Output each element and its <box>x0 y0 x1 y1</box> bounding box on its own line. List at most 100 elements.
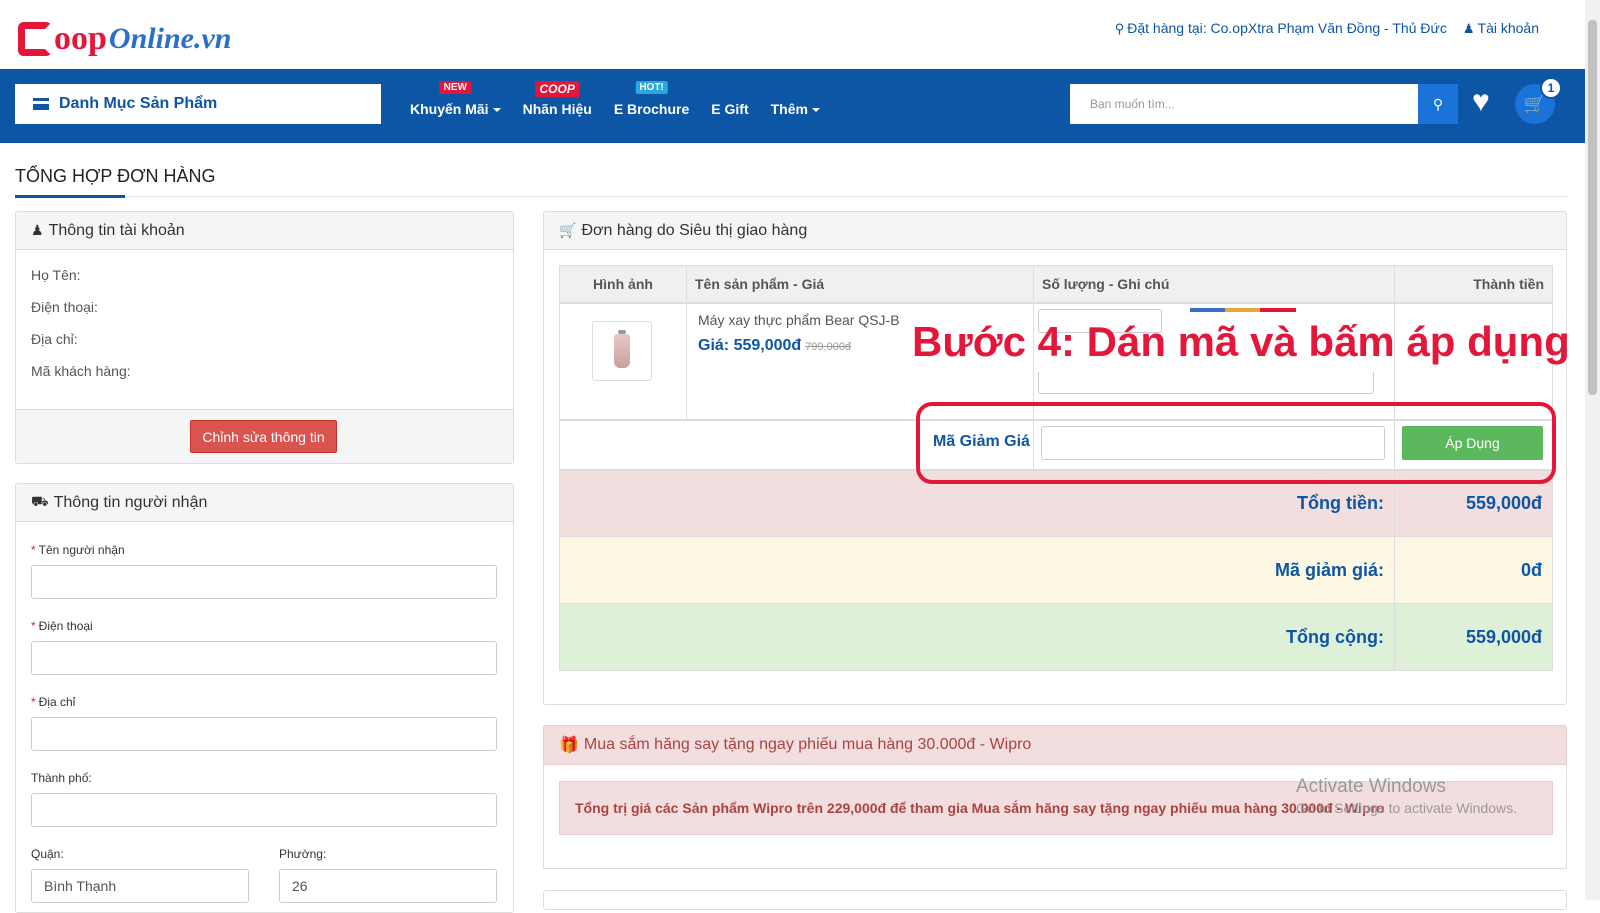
highlight-box <box>916 402 1556 484</box>
recipient-address-label: * Địa chỉ <box>31 695 75 709</box>
account-panel-footer: Chỉnh sửa thông tin <box>16 409 513 463</box>
top-bar: oop Online.vn ⚲ Đặt hàng tại: Co.opXtra P… <box>0 0 1585 69</box>
logo-online: Online.vn <box>108 22 232 55</box>
field-ma-khach-hang: Mã khách hàng: <box>31 363 131 379</box>
recipient-name-label-text: Tên người nhận <box>38 543 125 557</box>
summary-grand-total-value: 559,000đ <box>1465 626 1542 647</box>
cart-icon: 🛒 <box>1523 93 1547 114</box>
promo-panel-header: 🎁 Mua sắm hăng say tặng ngay phiếu mua h… <box>543 725 1567 765</box>
summary-discount-label: Mã giảm giá: <box>560 537 1395 603</box>
category-menu-button[interactable]: Danh Mục Sản Phẩm <box>15 84 381 124</box>
product-old-price: 799,000đ <box>805 341 852 353</box>
row-divider <box>686 303 687 420</box>
category-menu-label: Danh Mục Sản Phẩm <box>59 95 218 112</box>
summary-grand-total-row: Tổng cộng: 559,000đ <box>559 604 1553 671</box>
district-value: Bình Thạnh <box>44 878 117 894</box>
field-dia-chi: Địa chỉ: <box>31 331 78 347</box>
recipient-phone-input[interactable] <box>31 641 497 675</box>
product-name[interactable]: Máy xay thực phẩm Bear QSJ-B <box>698 312 900 328</box>
product-price-value: Giá: 559,000đ <box>698 337 802 354</box>
recipient-address-label-text: Địa chỉ <box>38 695 76 709</box>
account-link-label: Tài khoản <box>1477 20 1539 36</box>
logo-oop: oop <box>54 20 107 57</box>
gift-icon: 🎁 <box>559 737 579 754</box>
quantity-stepper-strip[interactable] <box>1190 308 1296 312</box>
main-nav: Danh Mục Sản Phẩm NEW Khuyến Mãi COOP Nh… <box>0 69 1585 143</box>
logo-c-mark <box>18 22 52 56</box>
order-table-header: Hình ảnh Tên sản phẩm - Giá Số lượng - G… <box>559 265 1553 303</box>
note-input[interactable] <box>1038 372 1374 394</box>
product-image[interactable] <box>592 321 652 381</box>
nav-item-e-brochure[interactable]: HOT! E Brochure <box>613 81 690 117</box>
activate-windows-title: Activate Windows <box>1296 776 1446 797</box>
cart-icon: 🛒 <box>559 222 577 238</box>
ward-label: Phường: <box>279 847 327 861</box>
col-thanh-tien: Thành tiền <box>1473 276 1544 292</box>
scrollbar-thumb[interactable] <box>1588 20 1597 395</box>
cart-count-badge: 1 <box>1540 77 1562 99</box>
hot-badge: HOT! <box>635 81 668 94</box>
user-icon: ♟ <box>1462 21 1475 36</box>
order-panel-header: 🛒 Đơn hàng do Siêu thị giao hàng <box>544 212 1566 250</box>
nav-item-label: E Gift <box>711 101 749 117</box>
recipient-name-label: * Tên người nhận <box>31 543 125 557</box>
col-hinh-anh: Hình ảnh <box>560 266 687 302</box>
city-select[interactable] <box>31 793 497 827</box>
search-icon: ⚲ <box>1432 95 1444 112</box>
recipient-name-input[interactable] <box>31 565 497 599</box>
city-label: Thành phố: <box>31 771 92 785</box>
nav-item-label: E Brochure <box>613 101 690 117</box>
search-input[interactable]: Bạn muốn tìm... <box>1070 84 1418 124</box>
nav-item-e-gift[interactable]: E Gift <box>711 95 748 117</box>
district-label: Quận: <box>31 847 64 861</box>
caret-down-icon <box>811 108 820 113</box>
recipient-panel: ⛟ Thông tin người nhận * Tên người nhận *… <box>15 483 514 913</box>
recipient-panel-title: Thông tin người nhận <box>53 493 208 511</box>
page-title: TỔNG HỢP ĐƠN HÀNG <box>15 166 216 186</box>
field-ho-ten: Họ Tên: <box>31 267 81 283</box>
summary-discount-value: 0đ <box>1520 559 1542 580</box>
recipient-panel-header: ⛟ Thông tin người nhận <box>16 484 513 522</box>
truck-icon: ⛟ <box>31 493 49 509</box>
nav-item-nhan-hieu[interactable]: COOP Nhãn Hiệu <box>523 81 592 117</box>
required-mark: * <box>31 543 36 557</box>
account-link[interactable]: ♟ Tài khoản <box>1463 20 1539 37</box>
search-placeholder: Bạn muốn tìm... <box>1090 97 1175 111</box>
nav-item-them[interactable]: Thêm <box>771 95 820 117</box>
field-dien-thoai: Điện thoại: <box>31 299 98 315</box>
ward-select[interactable]: 26 <box>279 869 497 903</box>
nav-item-khuyen-mai[interactable]: NEW Khuyến Mãi <box>410 81 501 117</box>
recipient-phone-label: * Điện thoại <box>31 619 93 633</box>
search-button[interactable]: ⚲ <box>1418 84 1458 124</box>
blender-image <box>614 330 630 368</box>
hamburger-icon <box>33 98 49 110</box>
account-panel-title: Thông tin tài khoản <box>48 221 185 239</box>
coop-badge: COOP <box>535 81 579 97</box>
nav-menu: NEW Khuyến Mãi COOP Nhãn Hiệu HOT! E Bro… <box>410 69 820 143</box>
recipient-address-input[interactable] <box>31 717 497 751</box>
account-panel-header: ♟ Thông tin tài khoản <box>16 212 513 250</box>
account-panel: ♟ Thông tin tài khoản Họ Tên: Điện thoại… <box>15 211 514 464</box>
required-mark: * <box>31 619 36 633</box>
col-ten-san-pham: Tên sản phẩm - Giá <box>687 266 1034 302</box>
order-panel-title: Đơn hàng do Siêu thị giao hàng <box>581 221 808 239</box>
next-panel <box>543 890 1567 910</box>
step-annotation: Bước 4: Dán mã và bấm áp dụng <box>912 318 1570 365</box>
col-so-luong: Số lượng - Ghi chú <box>1034 266 1395 302</box>
title-divider <box>15 196 1567 197</box>
new-badge: NEW <box>439 81 471 94</box>
store-link-label: Đặt hàng tại: Co.opXtra Phạm Văn Đồng - … <box>1127 20 1447 36</box>
nav-item-label: Khuyến Mãi <box>410 101 489 117</box>
edit-info-button[interactable]: Chỉnh sửa thông tin <box>190 420 337 453</box>
recipient-phone-label-text: Điện thoại <box>38 619 93 633</box>
district-select[interactable]: Bình Thạnh <box>31 869 249 903</box>
wishlist-heart-icon[interactable]: ♥ <box>1472 87 1490 117</box>
user-icon: ♟ <box>31 222 44 238</box>
title-underline <box>15 195 125 198</box>
product-price: Giá: 559,000đ 799,000đ <box>698 337 851 355</box>
coop-online-logo[interactable]: oop Online.vn <box>18 14 231 56</box>
store-link[interactable]: ⚲ Đặt hàng tại: Co.opXtra Phạm Văn Đồng -… <box>1115 20 1447 37</box>
summary-grand-total-label: Tổng cộng: <box>560 604 1395 670</box>
activate-windows-subtitle: Go to Settings to activate Windows. <box>1296 800 1517 816</box>
caret-down-icon <box>492 108 501 113</box>
